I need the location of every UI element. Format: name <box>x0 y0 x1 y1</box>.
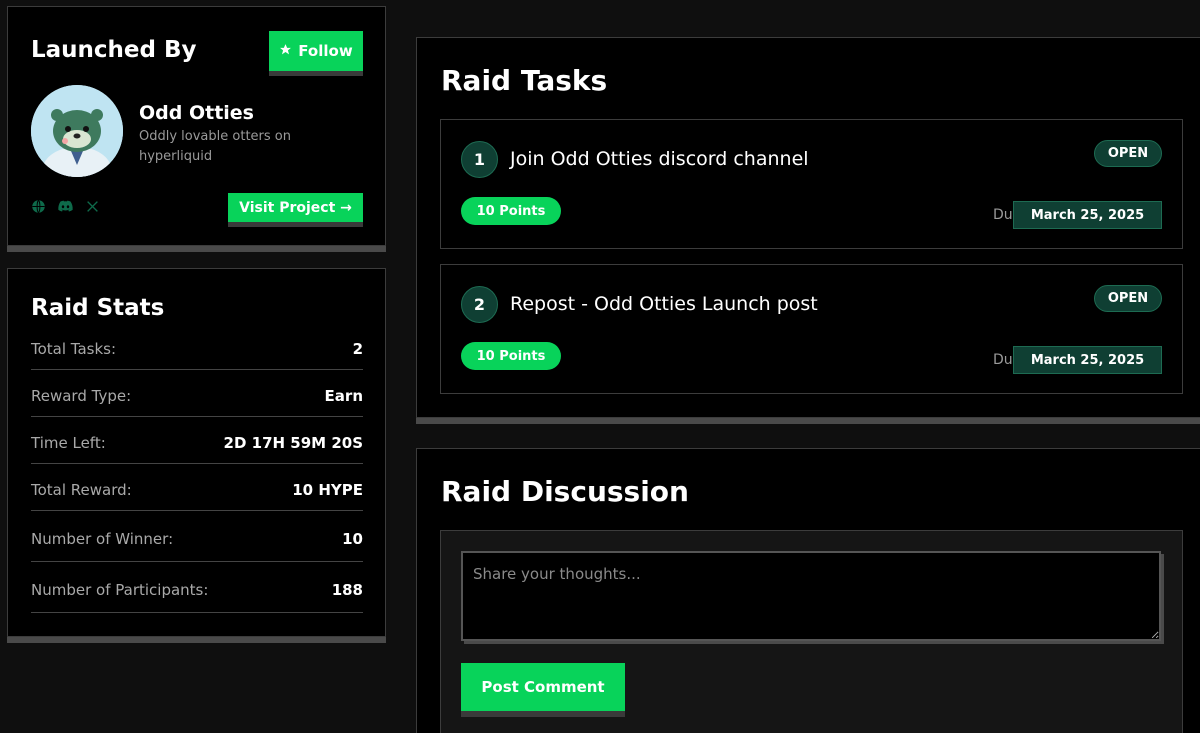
stat-label: Reward Type: <box>31 386 132 405</box>
stat-value: 10 HYPE <box>292 480 363 499</box>
stat-label: Time Left: <box>31 433 106 452</box>
raid-discussion-card: Raid Discussion Post Comment <box>416 448 1200 733</box>
globe-icon[interactable] <box>31 199 46 214</box>
follow-button[interactable]: Follow <box>269 31 363 71</box>
task-title[interactable]: Join Odd Otties discord channel <box>510 148 809 170</box>
follow-label: Follow <box>298 42 353 60</box>
task-number: 2 <box>461 286 498 323</box>
stat-row-time-left: Time Left: 2D 17H 59M 20S <box>31 422 363 464</box>
task-status-badge: OPEN <box>1094 140 1162 167</box>
stat-value: Earn <box>324 386 363 405</box>
comment-form: Post Comment <box>440 530 1183 733</box>
project-name: Odd Otties <box>139 102 254 124</box>
launched-by-title: Launched By <box>31 37 197 63</box>
raid-discussion-title: Raid Discussion <box>441 475 689 508</box>
task-due-date: March 25, 2025 <box>1013 346 1162 374</box>
task-title[interactable]: Repost - Odd Otties Launch post <box>510 293 818 315</box>
star-icon <box>279 42 292 60</box>
task-points-badge: 10 Points <box>461 342 561 370</box>
project-avatar <box>31 85 123 177</box>
task-due-date: March 25, 2025 <box>1013 201 1162 229</box>
stat-label: Total Reward: <box>31 480 132 499</box>
raid-stats-card: Raid Stats Total Tasks: 2 Reward Type: E… <box>7 268 386 637</box>
stat-value: 10 <box>342 529 363 548</box>
stat-value: 188 <box>331 580 363 599</box>
launched-by-card: Launched By Follow Odd Otties Oddly lova… <box>7 6 386 246</box>
stat-row-total-reward: Total Reward: 10 HYPE <box>31 469 363 511</box>
task-item[interactable]: 2 Repost - Odd Otties Launch post OPEN 1… <box>440 264 1183 394</box>
stat-row-number-of-winner: Number of Winner: 10 <box>31 516 363 562</box>
stat-label: Total Tasks: <box>31 339 117 358</box>
raid-stats-title: Raid Stats <box>31 295 165 321</box>
comment-input[interactable] <box>461 551 1161 641</box>
task-points-badge: 10 Points <box>461 197 561 225</box>
stat-label: Number of Participants: <box>31 580 209 599</box>
stat-value: 2 <box>352 339 363 358</box>
post-comment-button[interactable]: Post Comment <box>461 663 625 711</box>
task-status-badge: OPEN <box>1094 285 1162 312</box>
task-number: 1 <box>461 141 498 178</box>
stat-row-reward-type: Reward Type: Earn <box>31 375 363 417</box>
task-item[interactable]: 1 Join Odd Otties discord channel OPEN 1… <box>440 119 1183 249</box>
project-description: Oddly lovable otters on hyperliquid <box>139 129 291 164</box>
raid-tasks-card: Raid Tasks 1 Join Odd Otties discord cha… <box>416 37 1200 418</box>
stat-row-total-tasks: Total Tasks: 2 <box>31 328 363 370</box>
raid-tasks-title: Raid Tasks <box>441 64 608 97</box>
discord-icon[interactable] <box>58 199 73 214</box>
x-icon[interactable] <box>85 199 100 214</box>
stat-label: Number of Winner: <box>31 529 174 548</box>
stat-value: 2D 17H 59M 20S <box>223 433 363 452</box>
visit-project-button[interactable]: Visit Project → <box>228 193 363 222</box>
social-links <box>31 199 100 214</box>
stat-row-number-of-participants: Number of Participants: 188 <box>31 567 363 613</box>
